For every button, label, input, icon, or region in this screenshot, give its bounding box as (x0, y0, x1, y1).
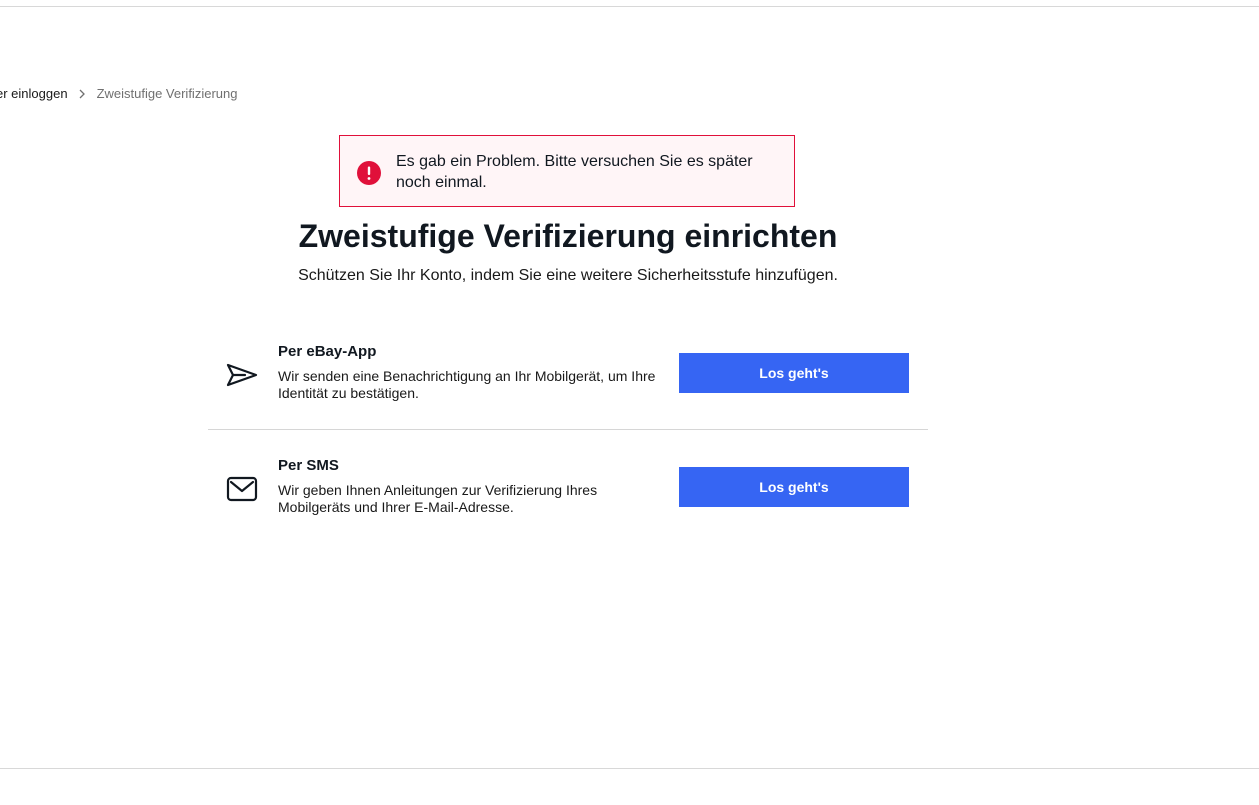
bottom-divider (0, 768, 1259, 769)
option-ebay-app: Per eBay-App Wir senden eine Benachricht… (208, 334, 928, 414)
start-ebay-app-button[interactable]: Los geht's (679, 353, 909, 393)
start-sms-button[interactable]: Los geht's (679, 467, 909, 507)
option-description: Wir geben Ihnen Anleitungen zur Verifizi… (278, 482, 598, 515)
breadcrumb-link-login[interactable]: er einloggen (0, 86, 68, 101)
option-divider (208, 429, 928, 430)
envelope-icon (225, 472, 259, 506)
error-exclamation-icon (357, 161, 381, 185)
page-title: Zweistufige Verifizierung einrichten (298, 218, 838, 254)
breadcrumb: er einloggen Zweistufige Verifizierung (0, 86, 237, 101)
option-title: Per SMS (278, 457, 339, 474)
breadcrumb-current: Zweistufige Verifizierung (96, 86, 238, 101)
page-subtitle: Schützen Sie Ihr Konto, indem Sie eine w… (298, 267, 838, 284)
chevron-right-icon (77, 88, 87, 100)
top-divider (0, 6, 1259, 7)
paper-plane-icon (225, 358, 259, 392)
option-sms: Per SMS Wir geben Ihnen Anleitungen zur … (208, 448, 928, 528)
option-title: Per eBay-App (278, 343, 377, 360)
error-message: Es gab ein Problem. Bitte versuchen Sie … (396, 153, 753, 191)
error-alert: Es gab ein Problem. Bitte versuchen Sie … (339, 135, 795, 207)
option-description: Wir senden eine Benachrichtigung an Ihr … (278, 368, 656, 401)
